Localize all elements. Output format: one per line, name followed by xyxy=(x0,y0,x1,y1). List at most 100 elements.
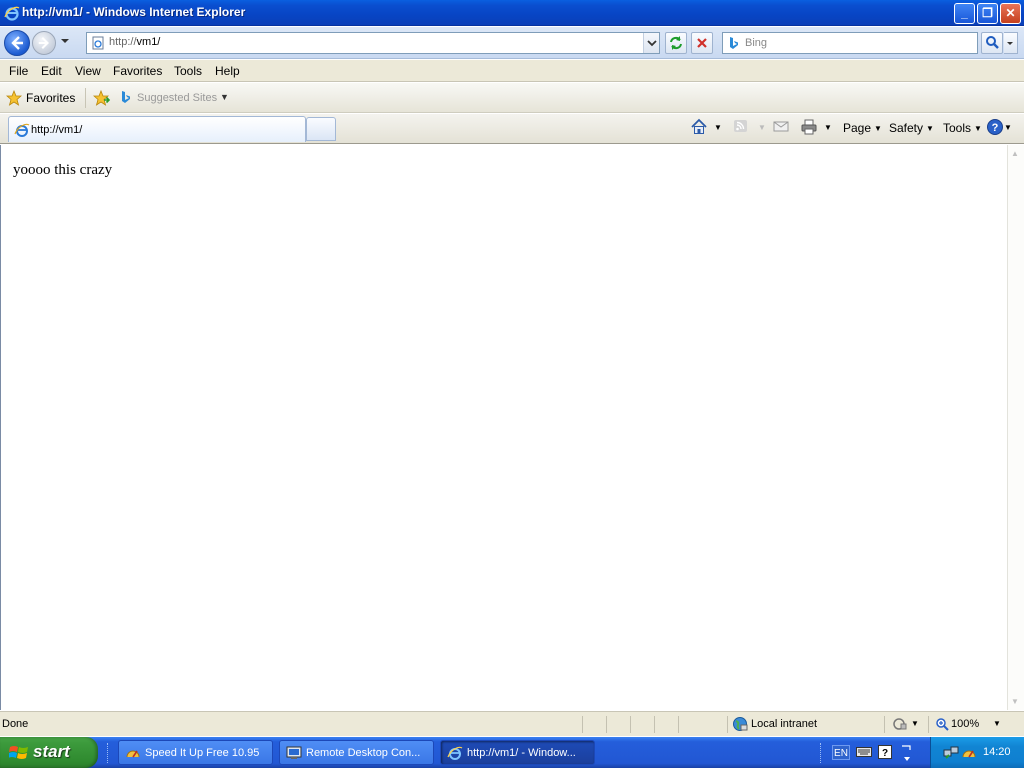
ie-logo-icon xyxy=(4,6,20,21)
menu-tools[interactable]: Tools xyxy=(174,64,202,78)
status-divider xyxy=(654,716,655,733)
svg-text:?: ? xyxy=(882,748,888,759)
ie-page-icon xyxy=(14,123,30,137)
network-tray-icon[interactable] xyxy=(943,745,959,761)
window-title-bar[interactable]: http://vm1/ - Windows Internet Explorer … xyxy=(0,0,1024,26)
help-dropdown-icon[interactable]: ▼ xyxy=(1004,123,1012,132)
address-dropdown-button[interactable] xyxy=(643,33,659,53)
taskbar-button-internet-explorer[interactable]: http://vm1/ - Window... xyxy=(440,740,595,765)
status-text: Done xyxy=(2,718,29,730)
compatibility-refresh-button[interactable] xyxy=(665,32,687,54)
stop-x-icon xyxy=(697,38,707,48)
keyboard-icon[interactable] xyxy=(856,746,872,758)
status-divider xyxy=(678,716,679,733)
menu-bar: File Edit View Favorites Tools Help xyxy=(0,60,1024,82)
page-menu-button[interactable]: Page ▼ xyxy=(843,121,882,135)
menu-favorites[interactable]: Favorites xyxy=(113,64,162,78)
start-button[interactable]: start xyxy=(0,737,98,768)
windows-logo-icon xyxy=(9,746,28,759)
taskbar-button-remote-desktop[interactable]: Remote Desktop Con... xyxy=(279,740,434,765)
print-icon[interactable] xyxy=(800,118,818,136)
address-bar[interactable]: http://vm1/ xyxy=(86,32,660,54)
language-help-icon[interactable]: ? xyxy=(878,745,892,759)
refresh-icon xyxy=(670,36,682,50)
status-divider xyxy=(606,716,607,733)
forward-arrow-icon xyxy=(38,37,49,49)
page-body-text: yoooo this crazy xyxy=(13,162,113,178)
chevron-down-icon[interactable]: ▼ xyxy=(993,719,1001,728)
new-tab-button[interactable] xyxy=(306,117,336,141)
tools-menu-button[interactable]: Tools ▼ xyxy=(943,121,982,135)
feeds-dropdown-icon: ▼ xyxy=(758,123,766,132)
safety-menu-label: Safety xyxy=(889,121,924,135)
speed-it-up-tray-icon[interactable] xyxy=(961,745,977,761)
local-intranet-globe-icon xyxy=(733,717,748,731)
language-bar-grip[interactable] xyxy=(820,743,823,763)
menu-file[interactable]: File xyxy=(9,64,28,78)
minimize-button[interactable]: _ xyxy=(954,3,975,24)
home-dropdown-icon[interactable]: ▼ xyxy=(714,123,722,132)
scroll-up-icon[interactable]: ▲ xyxy=(1011,149,1019,158)
read-mail-icon[interactable] xyxy=(773,118,789,134)
taskbar-button-speed-it-up[interactable]: Speed It Up Free 10.95 xyxy=(118,740,273,765)
remote-desktop-icon xyxy=(286,746,302,759)
favorites-star-icon[interactable] xyxy=(6,90,22,106)
add-to-favorites-bar-icon[interactable] xyxy=(93,89,111,107)
stop-button[interactable] xyxy=(691,32,713,54)
favorites-bar: Favorites Suggested Sites ▼ xyxy=(0,83,1024,113)
chevron-down-icon: ▼ xyxy=(874,124,882,133)
taskbar: start Speed It Up Free 10.95 Remote Desk… xyxy=(0,737,1024,768)
scroll-down-icon[interactable]: ▼ xyxy=(1011,697,1019,706)
favorites-separator xyxy=(85,88,86,108)
close-button[interactable]: ✕ xyxy=(1000,3,1021,24)
tab-row: http://vm1/ ▼ ▼ ▼ Page ▼ Safety ▼ Tools ▼ ?… xyxy=(0,114,1024,144)
search-placeholder: Bing xyxy=(745,37,768,49)
restore-button[interactable]: ❐ xyxy=(977,3,998,24)
tab-active[interactable]: http://vm1/ xyxy=(8,116,306,142)
menu-help[interactable]: Help xyxy=(215,64,240,78)
recent-pages-dropdown-icon[interactable] xyxy=(60,37,70,45)
window-title: http://vm1/ - Windows Internet Explorer xyxy=(22,5,246,19)
ie-logo-icon xyxy=(447,746,463,760)
search-icon xyxy=(986,36,999,49)
zoom-magnifier-icon[interactable] xyxy=(935,717,949,731)
speed-it-up-app-icon xyxy=(126,750,140,758)
home-icon[interactable] xyxy=(690,118,708,136)
url-host: vm1/ xyxy=(136,36,161,48)
zoom-level[interactable]: 100% xyxy=(951,718,979,730)
search-input[interactable]: Bing xyxy=(722,32,978,54)
rss-feeds-icon[interactable] xyxy=(733,118,749,134)
favorites-button[interactable]: Favorites xyxy=(26,91,75,105)
page-icon xyxy=(92,36,104,50)
status-divider xyxy=(630,716,631,733)
clock[interactable]: 14:20 xyxy=(983,746,1011,758)
tab-label: http://vm1/ xyxy=(31,124,83,136)
back-button[interactable] xyxy=(4,30,30,56)
protected-mode-icon[interactable] xyxy=(891,717,907,731)
tools-menu-label: Tools xyxy=(943,121,972,135)
address-url[interactable]: http://vm1/ xyxy=(109,36,160,48)
help-icon[interactable]: ? xyxy=(986,118,1004,136)
language-bar-options-icon[interactable] xyxy=(900,742,914,764)
navigation-bar: http://vm1/ Bing xyxy=(0,27,1024,59)
quick-launch-grip[interactable] xyxy=(107,743,110,763)
chevron-down-icon[interactable]: ▼ xyxy=(911,719,919,728)
language-indicator[interactable]: EN xyxy=(832,745,850,760)
search-button[interactable] xyxy=(981,32,1003,54)
menu-edit[interactable]: Edit xyxy=(41,64,62,78)
search-options-dropdown[interactable] xyxy=(1004,32,1018,54)
page-content[interactable]: yoooo this crazy xyxy=(0,145,1007,710)
svg-text:?: ? xyxy=(992,122,999,134)
status-divider xyxy=(727,716,728,733)
menu-view[interactable]: View xyxy=(75,64,101,78)
chevron-down-icon[interactable]: ▼ xyxy=(220,92,229,102)
safety-menu-button[interactable]: Safety ▼ xyxy=(889,121,934,135)
print-dropdown-icon[interactable]: ▼ xyxy=(824,123,832,132)
status-divider xyxy=(884,716,885,733)
forward-button[interactable] xyxy=(32,31,56,55)
suggested-sites-link[interactable]: Suggested Sites xyxy=(137,92,217,104)
url-scheme: http:// xyxy=(109,36,137,48)
chevron-down-icon: ▼ xyxy=(926,124,934,133)
security-zone-label[interactable]: Local intranet xyxy=(751,718,817,730)
vertical-scrollbar[interactable]: ▲ ▼ xyxy=(1007,145,1024,710)
